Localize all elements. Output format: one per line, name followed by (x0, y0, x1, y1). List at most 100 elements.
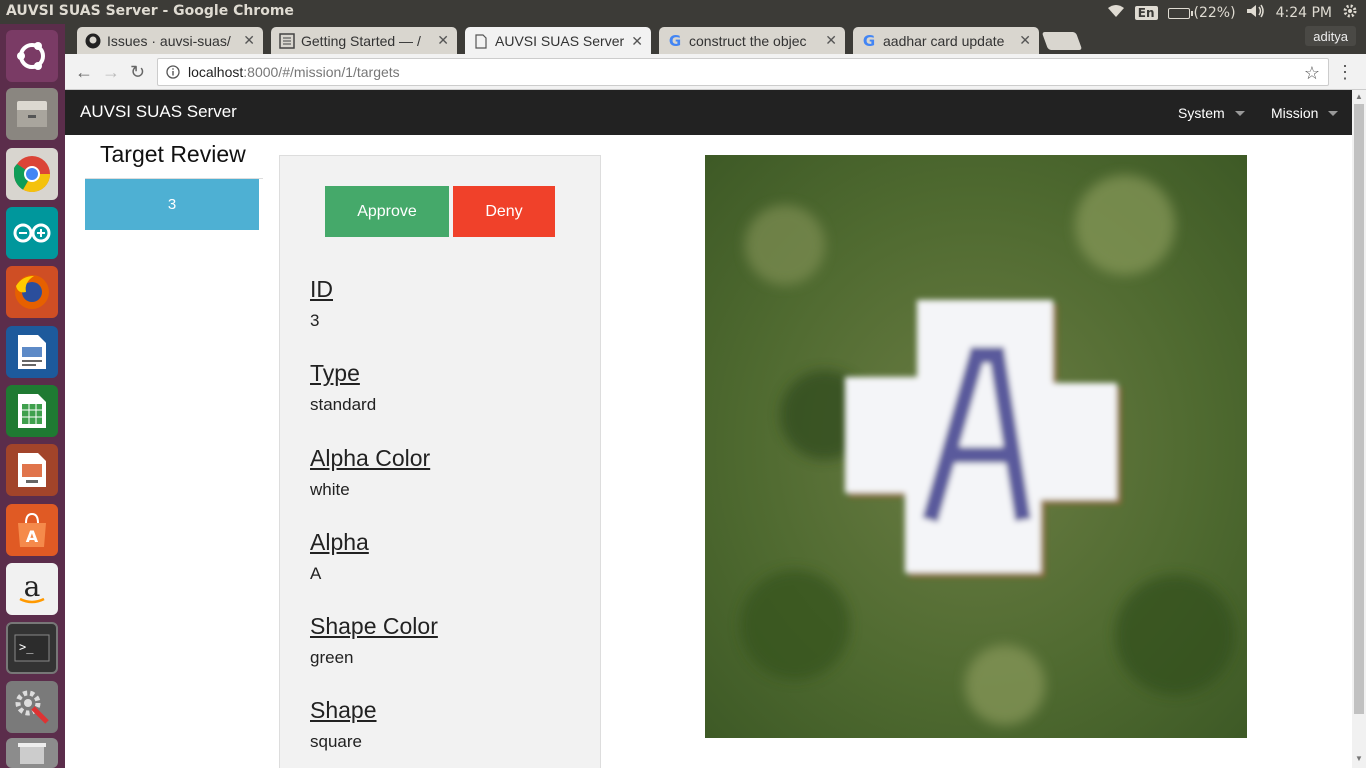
docs-icon (279, 32, 295, 49)
wifi-icon[interactable] (1107, 4, 1125, 22)
caret-down-icon (1328, 110, 1339, 116)
navbar-brand[interactable]: AUVSI SUAS Server (80, 102, 237, 122)
field-value: standard (310, 395, 377, 414)
new-tab-button[interactable] (1041, 32, 1083, 50)
system-menu-label: System (1178, 105, 1225, 121)
address-bar[interactable]: localhost:8000/#/mission/1/targets ☆ (157, 58, 1329, 86)
target-thumbnail-image (705, 155, 1247, 738)
tab-label: Issues · auvsi-suas/ (107, 32, 231, 49)
back-arrow-icon[interactable]: ← (75, 62, 93, 83)
field-value: A (310, 564, 322, 583)
field-label: Shape (310, 697, 377, 723)
battery-indicator[interactable]: (22%) (1167, 5, 1236, 21)
mission-menu-label: Mission (1271, 105, 1319, 121)
close-tab-icon[interactable]: ✕ (437, 32, 449, 49)
window-title: AUVSI SUAS Server - Google Chrome (6, 3, 294, 19)
page-scrollbar[interactable]: ▲ ▼ (1352, 90, 1366, 768)
files-icon[interactable] (6, 88, 58, 140)
system-settings-icon[interactable] (6, 681, 58, 733)
os-top-panel: AUVSI SUAS Server - Google Chrome En (22… (0, 0, 1366, 24)
app-navbar: AUVSI SUAS Server System Mission (65, 90, 1352, 135)
battery-percentage: (22%) (1193, 5, 1236, 21)
impress-icon[interactable] (6, 444, 58, 496)
trash-icon[interactable] (6, 738, 58, 768)
scroll-up-icon[interactable]: ▲ (1355, 92, 1363, 101)
approve-button[interactable]: Approve (325, 186, 449, 237)
close-tab-icon[interactable]: ✕ (1019, 32, 1031, 49)
field-label: Alpha (310, 529, 369, 555)
close-tab-icon[interactable]: ✕ (631, 33, 643, 50)
tab-google-search-aadhar[interactable]: G aadhar card update ✕ (853, 27, 1039, 54)
tab-github-issues[interactable]: Issues · auvsi-suas/ ✕ (77, 27, 263, 54)
tab-auvsi-suas-server[interactable]: AUVSI SUAS Server ✕ (465, 27, 651, 55)
field-id: ID 3 (310, 276, 333, 331)
scrollbar-thumb[interactable] (1354, 104, 1364, 714)
tab-getting-started[interactable]: Getting Started — / ✕ (271, 27, 457, 54)
calc-icon[interactable] (6, 385, 58, 437)
browser-menu-icon[interactable]: ⋮ (1336, 62, 1354, 83)
keyboard-indicator[interactable]: En (1134, 6, 1158, 20)
target-list-item[interactable]: 3 (85, 179, 259, 230)
field-label: Type (310, 360, 360, 386)
field-label: Alpha Color (310, 445, 431, 471)
close-tab-icon[interactable]: ✕ (825, 32, 837, 49)
svg-text:G: G (669, 33, 681, 49)
field-value: square (310, 732, 362, 751)
tab-label: Getting Started — / (301, 32, 421, 49)
profile-user-button[interactable]: aditya (1305, 26, 1356, 46)
tab-google-search-construct[interactable]: G construct the objec ✕ (659, 27, 845, 54)
field-value: 3 (310, 311, 320, 330)
url-path: :8000/#/mission/1/targets (243, 64, 400, 80)
field-value: white (310, 480, 350, 499)
close-tab-icon[interactable]: ✕ (243, 32, 255, 49)
field-type: Type standard (310, 360, 376, 415)
github-icon (85, 33, 101, 49)
target-details-panel: Approve Deny ID 3 Type standard Alpha Co… (279, 155, 601, 768)
firefox-icon[interactable] (6, 266, 58, 318)
field-alpha: Alpha A (310, 529, 369, 584)
caret-down-icon (1234, 110, 1245, 116)
system-menu[interactable]: System (1178, 105, 1245, 121)
settings-gear-icon[interactable] (1342, 3, 1358, 23)
field-label: Shape Color (310, 613, 438, 639)
web-page: AUVSI SUAS Server System Mission Target … (65, 90, 1352, 768)
forward-arrow-icon[interactable]: → (102, 62, 120, 83)
scroll-down-icon[interactable]: ▼ (1355, 754, 1363, 763)
mission-menu[interactable]: Mission (1271, 105, 1339, 121)
browser-toolbar: ← → ↻ localhost:8000/#/mission/1/targets… (65, 54, 1366, 90)
svg-text:>_: >_ (19, 640, 34, 654)
reload-icon[interactable]: ↻ (130, 62, 145, 83)
page-icon (473, 33, 489, 49)
chrome-icon[interactable] (6, 148, 58, 200)
ubuntu-dash-icon[interactable] (6, 30, 58, 82)
battery-icon (1167, 7, 1193, 19)
tab-label: aadhar card update (883, 32, 1005, 49)
field-shape: Shape square (310, 697, 377, 752)
bookmark-star-icon[interactable]: ☆ (1304, 63, 1320, 84)
system-indicators: En (22%) 4:24 PM (1107, 3, 1358, 23)
unity-launcher: A a >_ (0, 24, 65, 768)
info-icon[interactable] (166, 65, 180, 79)
deny-button[interactable]: Deny (453, 186, 555, 237)
field-shape-color: Shape Color green (310, 613, 438, 668)
amazon-icon[interactable]: a (6, 563, 58, 615)
field-label: ID (310, 276, 333, 302)
terminal-icon[interactable]: >_ (6, 622, 58, 674)
url-host: localhost (188, 64, 244, 80)
software-center-icon[interactable]: A (6, 504, 58, 556)
target-review-title: Target Review (100, 141, 246, 167)
clock[interactable]: 4:24 PM (1276, 5, 1332, 21)
field-alpha-color: Alpha Color white (310, 445, 430, 500)
google-icon: G (667, 33, 683, 49)
svg-text:G: G (863, 33, 875, 49)
browser-tab-strip: Issues · auvsi-suas/ ✕ Getting Started —… (65, 24, 1366, 55)
arduino-icon[interactable] (6, 207, 58, 259)
svg-text:a: a (24, 571, 41, 603)
volume-icon[interactable] (1246, 4, 1266, 22)
tab-label: construct the objec (689, 32, 807, 49)
google-icon: G (861, 33, 877, 49)
field-value: green (310, 648, 354, 667)
writer-icon[interactable] (6, 326, 58, 378)
tab-label: AUVSI SUAS Server (495, 33, 625, 49)
svg-text:A: A (26, 527, 39, 546)
